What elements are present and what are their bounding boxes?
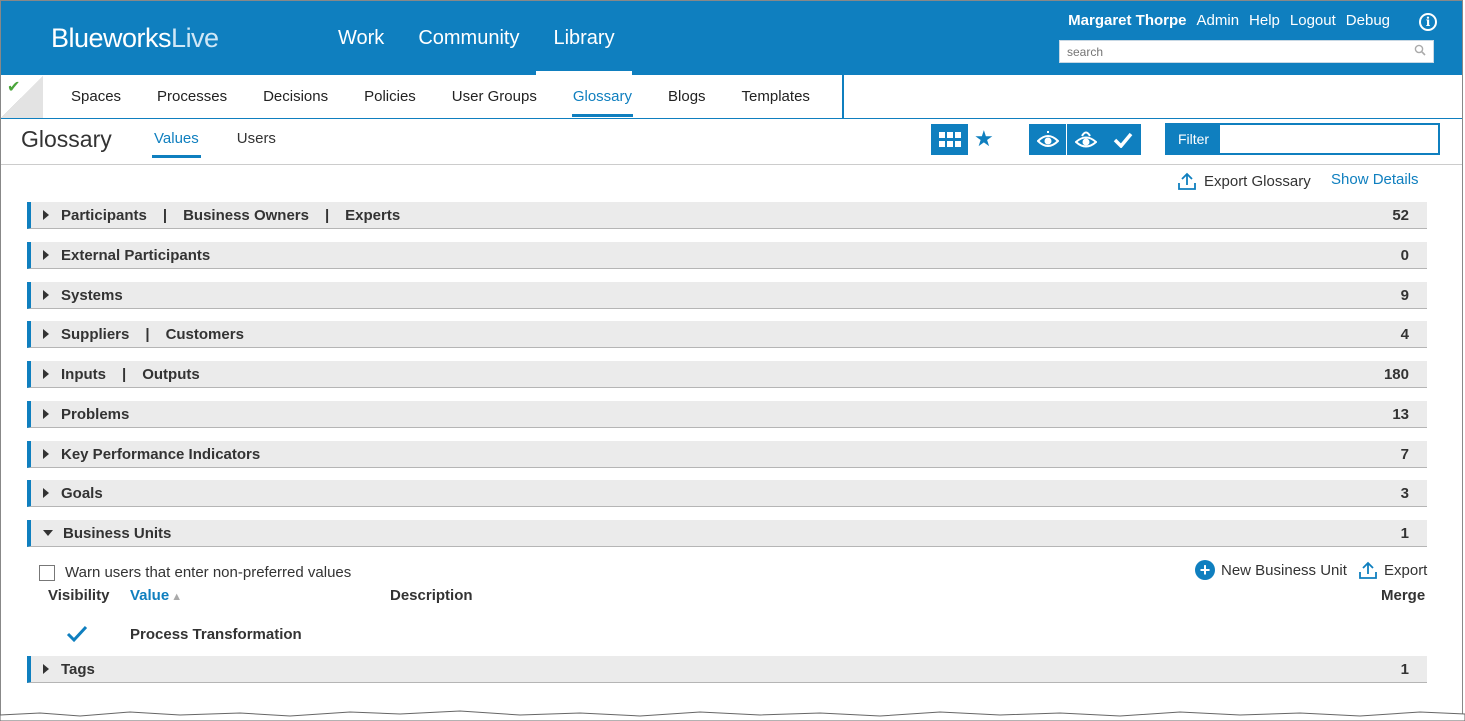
sort-ascending-icon: ▲	[171, 591, 183, 603]
category-row-external-participants[interactable]: External Participants 0	[27, 242, 1427, 269]
expand-arrow-icon	[43, 250, 49, 260]
collapse-arrow-icon	[43, 530, 53, 536]
expand-arrow-icon	[43, 409, 49, 419]
category-row-problems[interactable]: Problems 13	[27, 401, 1427, 428]
category-count: 180	[1383, 365, 1409, 383]
upload-icon	[1178, 172, 1196, 190]
category-row-business-units[interactable]: Business Units 1	[27, 520, 1427, 547]
filter-input[interactable]	[1220, 125, 1438, 153]
page-title: Glossary	[21, 126, 112, 152]
eye-icon	[1036, 130, 1059, 147]
category-count: 13	[1392, 405, 1409, 423]
category-count: 3	[1400, 484, 1409, 502]
column-header-visibility: Visibility	[48, 587, 110, 604]
expand-arrow-icon	[43, 488, 49, 498]
debug-link[interactable]: Debug	[1346, 12, 1390, 29]
subnav-templates[interactable]: Templates	[724, 75, 828, 118]
subnav-divider	[842, 75, 844, 118]
search-input[interactable]	[1060, 41, 1400, 62]
category-count: 9	[1400, 286, 1409, 304]
export-glossary-link[interactable]: Export Glossary	[1177, 171, 1311, 191]
category-count: 0	[1400, 246, 1409, 264]
category-count: 7	[1400, 445, 1409, 463]
check-icon: ✔	[7, 79, 21, 96]
subnav-policies[interactable]: Policies	[346, 75, 434, 118]
category-row-suppliers-customers[interactable]: Suppliers | Customers 4	[27, 321, 1427, 348]
column-header-value[interactable]: Value ▲	[130, 587, 182, 604]
top-header: BlueworksLive Work Community Library Mar…	[1, 1, 1462, 75]
favorite-star-icon[interactable]: ★	[974, 126, 994, 152]
category-row-kpis[interactable]: Key Performance Indicators 7	[27, 441, 1427, 468]
filter-box: Filter	[1165, 123, 1440, 155]
checkmark-icon	[1113, 132, 1132, 148]
help-link[interactable]: Help	[1249, 12, 1280, 29]
column-header-description: Description	[390, 587, 473, 604]
expand-arrow-icon	[43, 369, 49, 379]
grid-icon	[938, 131, 961, 147]
user-name-link[interactable]: Margaret Thorpe	[1068, 12, 1186, 29]
info-icon[interactable]: i	[1419, 13, 1437, 31]
plus-circle-icon: +	[1195, 560, 1215, 580]
grid-view-button[interactable]	[931, 124, 968, 155]
show-details-link[interactable]: Show Details	[1331, 171, 1419, 188]
admin-link[interactable]: Admin	[1197, 12, 1240, 29]
main-nav-community[interactable]: Community	[401, 1, 536, 75]
subnav-glossary[interactable]: Glossary	[555, 75, 650, 118]
category-count: 1	[1400, 660, 1409, 678]
tab-values[interactable]: Values	[152, 130, 201, 158]
status-corner: ✔	[1, 75, 43, 118]
category-row-inputs-outputs[interactable]: Inputs | Outputs 180	[27, 361, 1427, 388]
filter-label: Filter	[1167, 125, 1220, 153]
new-business-unit-button[interactable]: + New Business Unit	[1195, 560, 1347, 580]
column-header-merge: Merge	[1381, 587, 1426, 604]
expand-arrow-icon	[43, 329, 49, 339]
category-row-participants[interactable]: Participants | Business Owners | Experts 5…	[27, 202, 1427, 229]
expand-arrow-icon	[43, 210, 49, 220]
subnav-decisions[interactable]: Decisions	[245, 75, 346, 118]
torn-edge-decoration	[0, 710, 1465, 721]
search-box	[1059, 40, 1434, 63]
warn-non-preferred-option: Warn users that enter non-preferred valu…	[39, 564, 351, 581]
expand-arrow-icon	[43, 290, 49, 300]
logout-link[interactable]: Logout	[1290, 12, 1336, 29]
main-nav-library[interactable]: Library	[536, 1, 632, 75]
category-row-systems[interactable]: Systems 9	[27, 282, 1427, 309]
watch-button[interactable]	[1067, 124, 1104, 155]
business-unit-value[interactable]: Process Transformation	[130, 626, 302, 643]
page-tabs: Values Users	[152, 130, 278, 158]
category-count: 52	[1392, 206, 1409, 224]
page-header: Glossary Values Users ★ Filter	[1, 120, 1462, 165]
main-nav: Work Community Library	[321, 1, 632, 75]
tab-users[interactable]: Users	[235, 130, 278, 158]
category-count: 4	[1400, 325, 1409, 343]
category-row-goals[interactable]: Goals 3	[27, 480, 1427, 507]
follow-button[interactable]	[1029, 124, 1066, 155]
subnav-user-groups[interactable]: User Groups	[434, 75, 555, 118]
eye-lock-icon	[1074, 131, 1097, 147]
expand-arrow-icon	[43, 664, 49, 674]
subnav-blogs[interactable]: Blogs	[650, 75, 724, 118]
blueworks-live-logo[interactable]: BlueworksLive	[51, 23, 219, 54]
main-nav-work[interactable]: Work	[321, 1, 401, 75]
user-nav: Margaret Thorpe Admin Help Logout Debug	[1068, 12, 1390, 29]
subnav-spaces[interactable]: Spaces	[53, 75, 139, 118]
category-count: 1	[1400, 524, 1409, 542]
approve-button[interactable]	[1104, 124, 1141, 155]
expand-arrow-icon	[43, 449, 49, 459]
library-subnav: ✔ Spaces Processes Decisions Policies Us…	[1, 75, 1462, 119]
app-window: BlueworksLive Work Community Library Mar…	[0, 0, 1463, 721]
subnav-processes[interactable]: Processes	[139, 75, 245, 118]
category-row-tags[interactable]: Tags 1	[27, 656, 1427, 683]
search-icon[interactable]	[1414, 44, 1426, 56]
warn-non-preferred-checkbox[interactable]	[39, 564, 55, 581]
upload-icon	[1359, 561, 1377, 579]
export-business-units-link[interactable]: Export	[1358, 560, 1427, 580]
visible-checkmark-icon[interactable]	[66, 625, 88, 643]
